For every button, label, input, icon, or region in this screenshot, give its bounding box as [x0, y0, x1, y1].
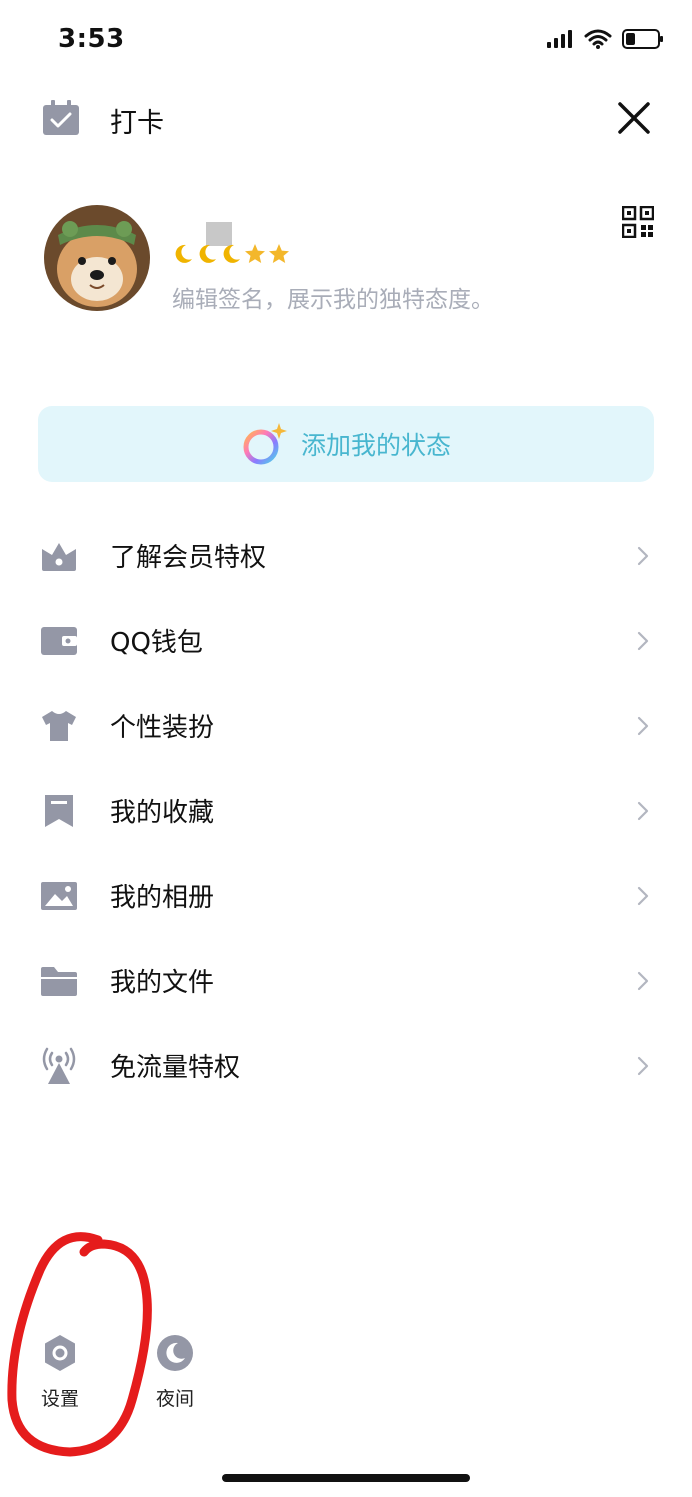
menu-item-label: 个性装扮: [110, 713, 215, 743]
status-ring-icon: [243, 423, 287, 465]
bookmark-icon: [40, 792, 78, 830]
close-button[interactable]: [614, 98, 654, 138]
checkin-label: 打卡: [110, 107, 164, 139]
chevron-right-icon: [636, 715, 650, 737]
chevron-right-icon: [636, 630, 650, 652]
shirt-icon: [40, 707, 78, 745]
add-status-button[interactable]: 添加我的状态: [38, 406, 654, 482]
crown-icon: [40, 537, 78, 575]
home-indicator: [222, 1474, 470, 1482]
menu-item-qq-wallet[interactable]: QQ钱包: [0, 598, 692, 683]
menu-item-files[interactable]: 我的文件: [0, 938, 692, 1023]
photo-icon: [40, 877, 78, 915]
star-icon: [245, 244, 265, 263]
chevron-right-icon: [636, 545, 650, 567]
menu-item-vip-privileges[interactable]: 了解会员特权: [0, 513, 692, 598]
moon-icon: [175, 244, 192, 263]
close-icon: [618, 102, 650, 134]
signature-placeholder[interactable]: 编辑签名，展示我的独特态度。: [172, 280, 494, 314]
menu-item-label: 我的收藏: [110, 798, 215, 828]
status-icons: [546, 28, 664, 54]
menu-item-label: 我的相册: [110, 883, 215, 913]
menu-item-free-data[interactable]: 免流量特权: [0, 1023, 692, 1108]
level-badges[interactable]: [172, 243, 290, 265]
qr-code-button[interactable]: [621, 205, 655, 239]
menu-item-label: 了解会员特权: [110, 543, 267, 573]
qr-code-icon: [621, 205, 655, 239]
signal-tower-icon: [40, 1047, 78, 1085]
chevron-right-icon: [636, 970, 650, 992]
chevron-right-icon: [636, 885, 650, 907]
add-status-label: 添加我的状态: [300, 431, 451, 460]
moon-icon: [223, 244, 240, 263]
cellular-signal-icon: [546, 28, 574, 54]
menu-item-personalization[interactable]: 个性装扮: [0, 683, 692, 768]
gear-icon: [45, 1335, 75, 1371]
battery-icon: [622, 28, 664, 54]
calendar-check-icon: [42, 100, 80, 140]
chevron-right-icon: [636, 1055, 650, 1077]
moon-icon: [157, 1335, 193, 1371]
menu-item-label: QQ钱包: [110, 628, 203, 658]
night-mode-button[interactable]: 夜间: [145, 1334, 205, 1411]
menu-item-albums[interactable]: 我的相册: [0, 853, 692, 938]
avatar[interactable]: [44, 205, 150, 311]
night-mode-label: 夜间: [155, 1388, 194, 1410]
menu-item-favorites[interactable]: 我的收藏: [0, 768, 692, 853]
shiba-dog-avatar-icon: [44, 205, 150, 311]
menu-list: 了解会员特权 QQ钱包 个性装扮 我的收藏 我的相册 我的文件 免流量特权: [0, 513, 692, 1108]
chevron-right-icon: [636, 800, 650, 822]
moon-icon: [199, 244, 216, 263]
wifi-icon: [584, 28, 612, 54]
checkin-button[interactable]: 打卡: [42, 100, 164, 140]
menu-item-label: 免流量特权: [110, 1053, 241, 1083]
settings-button[interactable]: 设置: [30, 1334, 90, 1411]
menu-item-label: 我的文件: [110, 968, 215, 998]
wallet-icon: [40, 622, 78, 660]
star-icon: [269, 244, 289, 263]
settings-label: 设置: [40, 1388, 79, 1410]
folder-icon: [40, 962, 78, 1000]
status-time: 3:53: [58, 24, 125, 54]
